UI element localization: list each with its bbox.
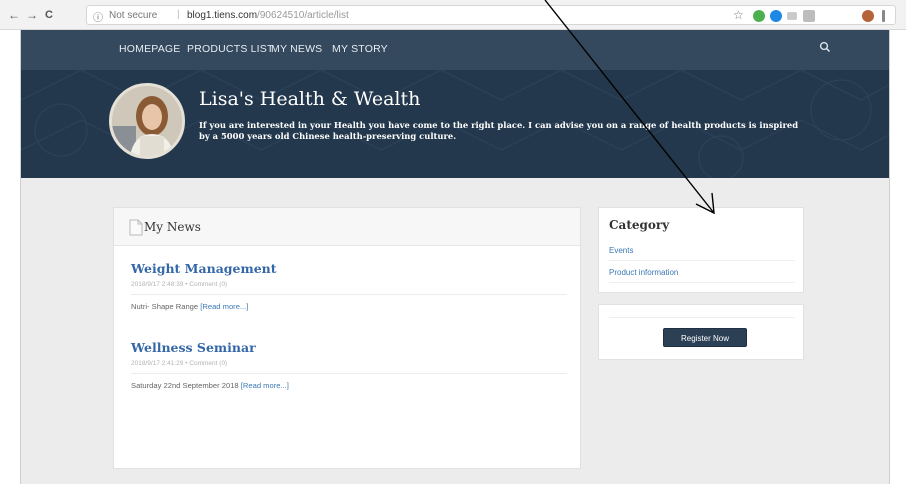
search-icon[interactable] bbox=[819, 41, 831, 53]
url-text[interactable]: blog1.tiens.com/90624510/article/list bbox=[187, 10, 349, 21]
article-divider bbox=[131, 294, 567, 295]
category-item-product-information[interactable]: Product information bbox=[609, 268, 678, 277]
address-bar[interactable]: ⓘ Not secure | blog1.tiens.com/90624510/… bbox=[86, 5, 896, 25]
article-meta: 2018/9/17 2:48:39 • Comment (0) bbox=[131, 281, 228, 288]
nav-homepage[interactable]: HOMEPAGE bbox=[119, 43, 181, 55]
bookmark-star-icon[interactable]: ☆ bbox=[733, 8, 744, 22]
nav-my-news[interactable]: MY NEWS bbox=[271, 43, 322, 55]
extension-blue-icon[interactable] bbox=[770, 10, 782, 22]
register-now-button[interactable]: Register Now bbox=[663, 328, 747, 347]
category-item-events[interactable]: Events bbox=[609, 246, 633, 255]
reload-button[interactable]: C bbox=[45, 8, 53, 22]
news-article: Weight Management 2018/9/17 2:48:39 • Co… bbox=[131, 261, 567, 311]
register-divider bbox=[609, 317, 795, 318]
article-summary-text: Nutri- Shape Range bbox=[131, 302, 199, 311]
article-meta: 2018/9/17 2:41:29 • Comment (0) bbox=[131, 360, 228, 367]
info-icon[interactable]: ⓘ bbox=[93, 9, 103, 24]
article-summary-text: Saturday 22nd September 2018 bbox=[131, 381, 239, 390]
article-title-link[interactable]: Weight Management bbox=[131, 261, 567, 276]
address-separator: | bbox=[177, 9, 180, 20]
url-path: /90624510/article/list bbox=[257, 10, 349, 21]
news-article: Wellness Seminar 2018/9/17 2:41:29 • Com… bbox=[131, 340, 567, 390]
browser-menu-icon[interactable] bbox=[882, 10, 885, 22]
news-panel-title: My News bbox=[144, 220, 201, 234]
security-label: Not secure bbox=[109, 10, 158, 21]
read-more-link[interactable]: [Read more...] bbox=[200, 302, 248, 311]
register-panel: Register Now bbox=[598, 304, 804, 360]
extension-grey-icon[interactable] bbox=[787, 12, 797, 20]
extension-green-icon[interactable] bbox=[753, 10, 765, 22]
profile-photo bbox=[112, 86, 182, 156]
browser-toolbar: ← → C ⓘ Not secure | blog1.tiens.com/906… bbox=[0, 0, 906, 30]
article-title-link[interactable]: Wellness Seminar bbox=[131, 340, 567, 355]
site-description: If you are interested in your Health you… bbox=[199, 120, 799, 141]
top-navigation: HOMEPAGE PRODUCTS LIST MY NEWS MY STORY bbox=[21, 30, 889, 70]
category-divider bbox=[609, 260, 795, 261]
nav-products-list[interactable]: PRODUCTS LIST bbox=[187, 43, 274, 55]
url-domain: blog1.tiens.com bbox=[187, 10, 258, 21]
extension-square-icon[interactable] bbox=[803, 10, 815, 22]
hero-banner: Lisa's Health & Wealth If you are intere… bbox=[21, 70, 889, 178]
article-summary: Saturday 22nd September 2018 [Read more.… bbox=[131, 381, 567, 390]
document-icon bbox=[129, 219, 143, 236]
profile-avatar-icon[interactable] bbox=[862, 10, 874, 22]
nav-my-story[interactable]: MY STORY bbox=[332, 43, 388, 55]
category-panel: Category Events Product information bbox=[598, 207, 804, 293]
article-divider bbox=[131, 373, 567, 374]
category-title: Category bbox=[609, 218, 670, 232]
news-panel-header: My News bbox=[114, 208, 580, 246]
article-summary: Nutri- Shape Range [Read more...] bbox=[131, 302, 567, 311]
category-divider bbox=[609, 282, 795, 283]
website: HOMEPAGE PRODUCTS LIST MY NEWS MY STORY bbox=[20, 30, 890, 484]
news-panel: My News Weight Management 2018/9/17 2:48… bbox=[113, 207, 581, 469]
profile-avatar bbox=[109, 83, 185, 159]
back-button[interactable]: ← bbox=[8, 8, 20, 22]
forward-button[interactable]: → bbox=[26, 8, 38, 22]
read-more-link[interactable]: [Read more...] bbox=[241, 381, 289, 390]
site-title: Lisa's Health & Wealth bbox=[199, 88, 421, 110]
